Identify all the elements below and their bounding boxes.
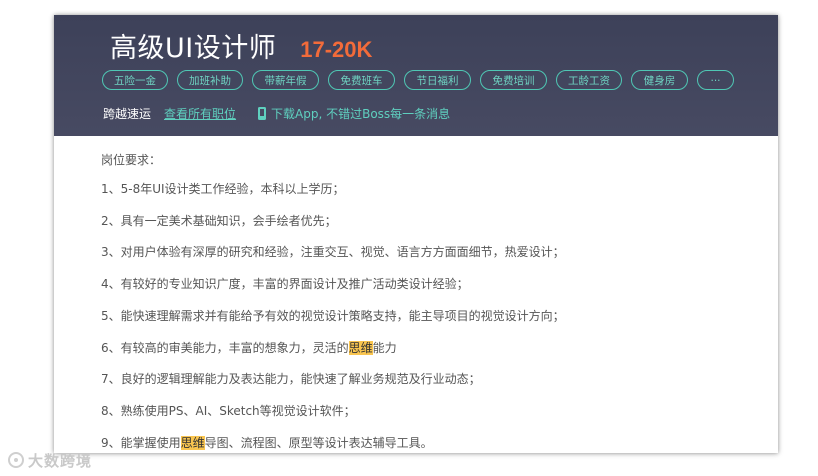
requirement-item: 6、有较高的审美能力，丰富的想象力，灵活的思维能力 xyxy=(101,339,397,356)
benefit-tag: 工龄工资 xyxy=(556,70,622,90)
company-links: 跨越速运 查看所有职位 下载App, 不错过Boss每一条消息 xyxy=(103,105,450,121)
benefit-tag: 免费培训 xyxy=(480,70,547,90)
download-app-label: 下载App, 不错过Boss每一条消息 xyxy=(271,106,451,121)
requirement-item: 8、熟练使用PS、AI、Sketch等视觉设计软件； xyxy=(101,402,356,419)
benefit-tag: 五险一金 xyxy=(102,70,168,90)
requirement-item: 3、对用户体验有深厚的研究和经验，注重交互、视觉、语言方方面面细节，热爱设计； xyxy=(101,243,565,260)
benefit-tag: 节日福利 xyxy=(404,70,471,90)
company-name[interactable]: 跨越速运 xyxy=(103,105,151,122)
benefit-tag: 免费班车 xyxy=(328,70,395,90)
highlighted-keyword: 思维 xyxy=(348,341,373,355)
requirement-text: 6、有较高的审美能力，丰富的想象力，灵活的 xyxy=(101,341,349,355)
requirement-text: 1、5-8年UI设计类工作经验，本科以上学历； xyxy=(101,182,345,196)
requirement-item: 9、能掌握使用思维导图、流程图、原型等设计表达辅导工具。 xyxy=(101,434,433,451)
requirement-item: 7、良好的逻辑理解能力及表达能力，能快速了解业务规范及行业动态； xyxy=(101,370,481,387)
requirement-item: 4、有较好的专业知识广度，丰富的界面设计及推广活动类设计经验； xyxy=(101,275,469,292)
phone-icon xyxy=(258,106,267,120)
requirement-text: 导图、流程图、原型等设计表达辅导工具。 xyxy=(204,436,433,450)
requirement-text: 4、有较好的专业知识广度，丰富的界面设计及推广活动类设计经验； xyxy=(101,277,469,291)
watermark-logo-icon xyxy=(8,452,24,468)
benefit-tag: 加班补助 xyxy=(177,70,243,90)
requirement-text: 5、能快速理解需求并有能给予有效的视觉设计策略支持，能主导项目的视觉设计方向； xyxy=(101,309,565,323)
requirement-text: 3、对用户体验有深厚的研究和经验，注重交互、视觉、语言方方面面细节，热爱设计； xyxy=(101,245,565,259)
more-tags-button[interactable]: ··· xyxy=(697,70,734,90)
requirement-text: 能力 xyxy=(372,341,397,355)
highlighted-keyword: 思维 xyxy=(180,436,205,450)
job-detail-card: 高级UI设计师 17-20K 五险一金 加班补助 带薪年假 免费班车 节日福利 … xyxy=(54,15,778,453)
requirement-item: 2、具有一定美术基础知识，会手绘者优先； xyxy=(101,212,337,229)
watermark-text: 大数跨境 xyxy=(28,451,93,470)
salary: 17-20K xyxy=(300,37,373,62)
requirement-text: 9、能掌握使用 xyxy=(101,436,181,450)
watermark: 大数跨境 xyxy=(8,449,92,471)
requirement-item: 1、5-8年UI设计类工作经验，本科以上学历； xyxy=(101,180,345,197)
download-app-link[interactable]: 下载App, 不错过Boss每一条消息 xyxy=(258,105,450,122)
requirements-heading: 岗位要求： xyxy=(101,153,162,167)
benefit-tag: 健身房 xyxy=(631,70,688,90)
view-all-jobs-link[interactable]: 查看所有职位 xyxy=(164,105,236,122)
requirement-text: 2、具有一定美术基础知识，会手绘者优先； xyxy=(101,214,337,228)
requirement-text: 8、熟练使用PS、AI、Sketch等视觉设计软件； xyxy=(101,404,356,418)
job-header: 高级UI设计师 17-20K 五险一金 加班补助 带薪年假 免费班车 节日福利 … xyxy=(54,15,778,136)
title-row: 高级UI设计师 17-20K xyxy=(110,26,373,64)
benefit-tags: 五险一金 加班补助 带薪年假 免费班车 节日福利 免费培训 工龄工资 健身房 ·… xyxy=(102,70,743,92)
job-title: 高级UI设计师 xyxy=(110,33,277,64)
requirement-item: 5、能快速理解需求并有能给予有效的视觉设计策略支持，能主导项目的视觉设计方向； xyxy=(101,307,565,324)
benefit-tag: 带薪年假 xyxy=(252,70,319,90)
requirement-text: 7、良好的逻辑理解能力及表达能力，能快速了解业务规范及行业动态； xyxy=(101,372,481,386)
